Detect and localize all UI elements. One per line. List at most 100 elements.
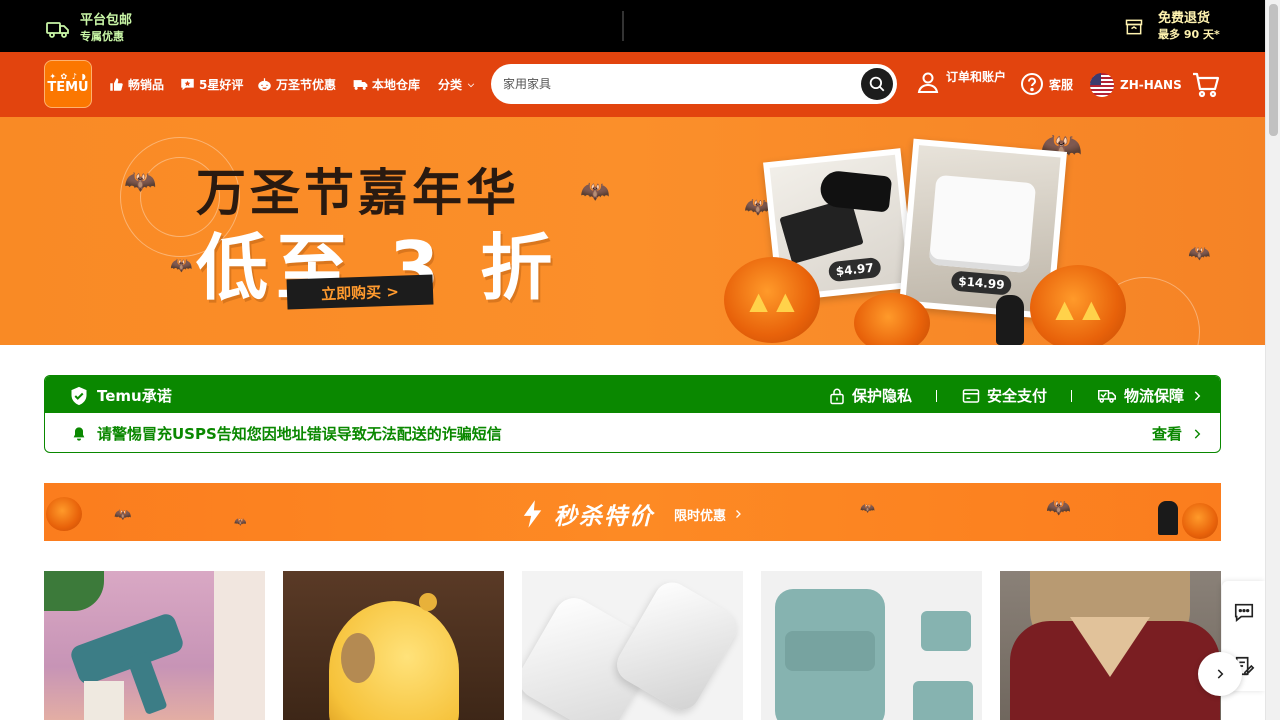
credit-card-icon <box>962 388 980 403</box>
pumpkin-icon <box>258 78 271 91</box>
nav-categories[interactable]: 分类 <box>438 76 476 93</box>
star-review-icon <box>181 78 194 91</box>
temu-promise-panel: Temu承诺 保护隐私 安全支付 物流保障 请警惕冒充USPS告知您因地址错误导… <box>44 375 1221 453</box>
returns-title: 免费退货 <box>1158 11 1211 26</box>
top-promo-bar: 平台包邮 专属优惠 免费退货 最多 90 天* <box>0 0 1265 52</box>
carousel-next-button[interactable] <box>1198 652 1242 696</box>
cart-icon[interactable] <box>1192 72 1220 98</box>
product-row <box>44 571 1221 720</box>
secure-payment-item[interactable]: 安全支付 <box>937 385 1071 406</box>
privacy-label: 保护隐私 <box>851 387 912 405</box>
scam-alert: 请警惕冒充USPS告知您因地址错误导致无法配送的诈骗短信 <box>71 423 502 444</box>
bat-icon: 🦇 <box>1046 495 1071 519</box>
black-cat-image <box>1158 501 1178 535</box>
scam-alert-row[interactable]: 请警惕冒充USPS告知您因地址错误导致无法配送的诈骗短信 查看 <box>45 413 1220 452</box>
kettle-image <box>928 174 1037 274</box>
nav-label: 畅销品 <box>128 78 165 92</box>
chat-icon[interactable] <box>1233 601 1255 623</box>
bat-icon: 🦇 <box>124 167 157 197</box>
help-circle-icon <box>1021 73 1043 95</box>
shop-now-button[interactable]: 立即购买 > <box>286 274 434 310</box>
free-shipping-promo[interactable]: 平台包邮 专属优惠 <box>46 13 132 45</box>
flash-sale-banner[interactable]: 🦇 🦇 🦇 🦇 秒杀特价 限时优惠 <box>44 483 1221 541</box>
search-bar <box>491 64 897 104</box>
language-label: ZH-HANS <box>1120 78 1182 92</box>
bat-icon: 🦇 <box>1188 243 1211 264</box>
shipping-title: 平台包邮 <box>80 13 133 28</box>
promise-header: Temu承诺 保护隐私 安全支付 物流保障 <box>45 376 1220 413</box>
page-scrollbar[interactable] <box>1265 0 1280 720</box>
price-tag: $4.97 <box>827 256 882 283</box>
logistics-item[interactable]: 物流保障 <box>1072 385 1204 406</box>
nav-label: 万圣节优惠 <box>276 78 337 92</box>
scrollbar-thumb[interactable] <box>1269 4 1278 136</box>
pumpkin-image <box>854 293 930 345</box>
payment-label: 安全支付 <box>986 387 1047 405</box>
lamp-nose-image <box>341 633 375 683</box>
bag-image <box>921 611 971 651</box>
bag-image <box>913 681 973 720</box>
jack-o-lantern-image: ▲ ▲ <box>1030 265 1126 345</box>
search-input[interactable] <box>503 74 843 94</box>
delivery-truck-icon <box>1097 389 1116 403</box>
customer-service-link[interactable]: 客服 <box>1020 72 1073 96</box>
flash-sale-heading: 秒杀特价 限时优惠 <box>522 497 744 531</box>
nav-label: 分类 <box>438 78 463 92</box>
return-box-icon <box>1125 19 1143 35</box>
chevron-down-icon <box>467 82 475 87</box>
shop-now-label: 立即购买 > <box>320 282 400 303</box>
returns-subtitle: 最多 90 天* <box>1158 28 1220 41</box>
privacy-item[interactable]: 保护隐私 <box>804 385 936 406</box>
product-card[interactable] <box>522 571 743 720</box>
nav-local-warehouse[interactable]: 本地仓库 <box>353 76 420 93</box>
glue-gun-stand-image <box>84 681 124 720</box>
temu-logo[interactable]: ✦ ✿ ♪ ◗ TEMU <box>44 60 92 108</box>
lock-icon <box>830 388 844 404</box>
nav-label: 本地仓库 <box>372 78 421 92</box>
view-alert-link[interactable]: 查看 <box>1152 423 1204 444</box>
bat-icon: 🦇 <box>170 255 193 276</box>
product-card[interactable] <box>761 571 982 720</box>
bat-icon: 🦇 <box>234 517 247 528</box>
us-flag-icon <box>1090 73 1114 97</box>
language-selector[interactable]: ZH-HANS <box>1090 73 1182 97</box>
page: 平台包邮 专属优惠 免费退货 最多 90 天* ✦ ✿ ♪ ◗ TEMU 畅销品… <box>0 0 1280 720</box>
orders-account-link[interactable]: 订单和账户 <box>916 70 1006 94</box>
view-label: 查看 <box>1151 425 1182 443</box>
truck-icon <box>353 80 368 90</box>
nav-bestsellers[interactable]: 畅销品 <box>109 76 164 93</box>
lamp-ear-image <box>419 593 437 611</box>
limited-offer-link[interactable]: 限时优惠 <box>674 505 744 524</box>
search-button[interactable] <box>861 68 893 100</box>
product-card[interactable] <box>44 571 265 720</box>
shield-check-icon <box>71 386 87 405</box>
bell-icon <box>73 426 85 441</box>
limited-offer-label: 限时优惠 <box>674 508 727 524</box>
wall-image <box>214 571 265 720</box>
glue-gun-handle-image <box>126 651 168 715</box>
flash-sale-title: 秒杀特价 <box>554 504 654 530</box>
jack-o-lantern-image: ▲ ▲ <box>724 257 820 343</box>
scam-alert-text: 请警惕冒充USPS告知您因地址错误导致无法配送的诈骗短信 <box>97 425 502 443</box>
thumbs-up-icon <box>110 78 123 91</box>
plant-image <box>44 571 104 611</box>
topbar-divider <box>622 11 624 41</box>
truck-icon <box>46 22 69 38</box>
glue-gun-image <box>68 611 186 687</box>
product-card[interactable] <box>1000 571 1221 720</box>
product-card[interactable] <box>283 571 504 720</box>
jack-o-lantern-image <box>1182 503 1218 539</box>
halloween-banner[interactable]: 🦇 🦇 🦇 🦇 🦇 🦇 万圣节嘉年华 低至 3 折 立即购买 > $4.97 $… <box>0 117 1265 345</box>
promise-title[interactable]: Temu承诺 <box>69 385 172 406</box>
chevron-right-icon <box>1217 669 1224 679</box>
bat-icon: 🦇 <box>580 177 610 205</box>
nav-halloween[interactable]: 万圣节优惠 <box>257 76 336 93</box>
chevron-right-icon <box>1194 428 1201 439</box>
backpack-pocket-image <box>785 631 875 671</box>
service-label: 客服 <box>1049 77 1074 92</box>
free-returns-promo[interactable]: 免费退货 最多 90 天* <box>1124 11 1220 43</box>
nav-label: 5星好评 <box>199 78 244 92</box>
bat-icon: 🦇 <box>860 501 875 515</box>
nav-five-star[interactable]: 5星好评 <box>180 76 243 93</box>
account-label: 订单和账户 <box>946 70 1007 84</box>
